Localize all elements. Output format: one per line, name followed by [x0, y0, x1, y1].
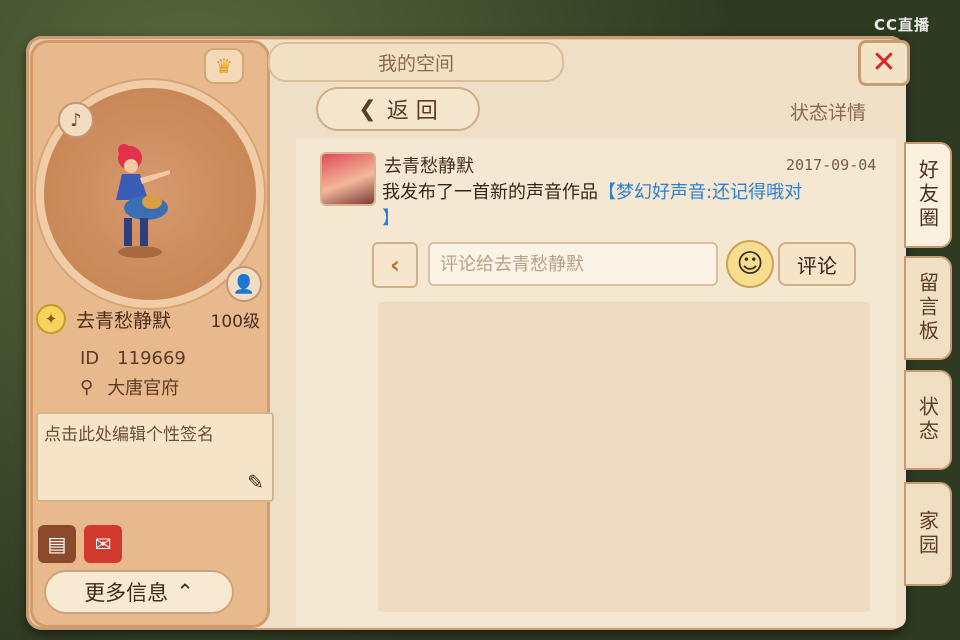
post-link-end[interactable]: 】	[382, 208, 400, 229]
window-title: 我的空间	[377, 52, 454, 75]
music-disc-icon[interactable]: ♪	[58, 102, 94, 138]
back-label: 返 回	[386, 99, 438, 124]
comment-collapse-button[interactable]: ‹	[372, 242, 418, 288]
character-avatar	[116, 144, 170, 258]
treasure-chest-icon[interactable]: ▤	[38, 525, 76, 563]
location-pin-icon: ⚲	[80, 376, 94, 398]
tab-home[interactable]: 家园	[904, 482, 952, 586]
more-info-button[interactable]: 更多信息 ⌃	[44, 570, 234, 614]
post-username[interactable]: 去青愁静默	[384, 152, 474, 178]
profile-level: 100级	[210, 311, 260, 332]
tab-friend-circle[interactable]: 好友圈	[904, 142, 952, 248]
pen-icon: ✎	[247, 470, 264, 494]
profile-name-row: ✦ 去青愁静默 100级	[36, 302, 268, 336]
location-text: 大唐官府	[107, 378, 180, 399]
post-content: 我发布了一首新的声音作品【梦幻好声音:还记得哦对】	[382, 180, 862, 232]
tab-message-board[interactable]: 留言板	[904, 256, 952, 360]
watermark: CC直播	[873, 16, 930, 34]
id-value: 119669	[117, 348, 186, 369]
close-icon: ✕	[871, 45, 897, 80]
post-date: 2017-09-04	[786, 156, 877, 174]
comment-input[interactable]	[428, 242, 718, 286]
section-title: 状态详情	[790, 102, 867, 124]
more-info-label: 更多信息	[84, 581, 169, 605]
red-envelope-icon[interactable]: ✉	[84, 525, 122, 563]
post-user-avatar[interactable]	[320, 152, 376, 206]
signature-box[interactable]: 点击此处编辑个性签名 ✎	[36, 412, 274, 502]
back-button[interactable]: ❮ 返 回	[316, 87, 480, 131]
comment-bar: ‹ ☺ 评论	[372, 240, 862, 288]
window-title-ribbon: 我的空间	[268, 42, 564, 82]
id-label: ID	[80, 348, 100, 369]
signature-placeholder: 点击此处编辑个性签名	[44, 425, 214, 445]
profile-name: 去青愁静默	[76, 309, 172, 332]
post-link[interactable]: 【梦幻好声音:还记得哦对	[598, 182, 802, 203]
comment-list	[378, 302, 870, 612]
post-text: 我发布了一首新的声音作品	[382, 182, 598, 203]
user-icon[interactable]: 👤	[226, 266, 262, 302]
crown-icon[interactable]: ♛	[204, 48, 244, 84]
level-badge-icon: ✦	[36, 304, 66, 334]
comment-submit-button[interactable]: 评论	[778, 242, 856, 286]
chevron-left-icon: ❮	[358, 96, 377, 122]
profile-id: ID 119669	[80, 348, 186, 369]
close-button[interactable]: ✕	[858, 40, 910, 86]
emoji-icon[interactable]: ☺	[726, 240, 774, 288]
tab-status[interactable]: 状态	[904, 370, 952, 470]
chevron-up-icon: ⌃	[176, 580, 194, 604]
profile-location: ⚲ 大唐官府	[80, 374, 179, 400]
